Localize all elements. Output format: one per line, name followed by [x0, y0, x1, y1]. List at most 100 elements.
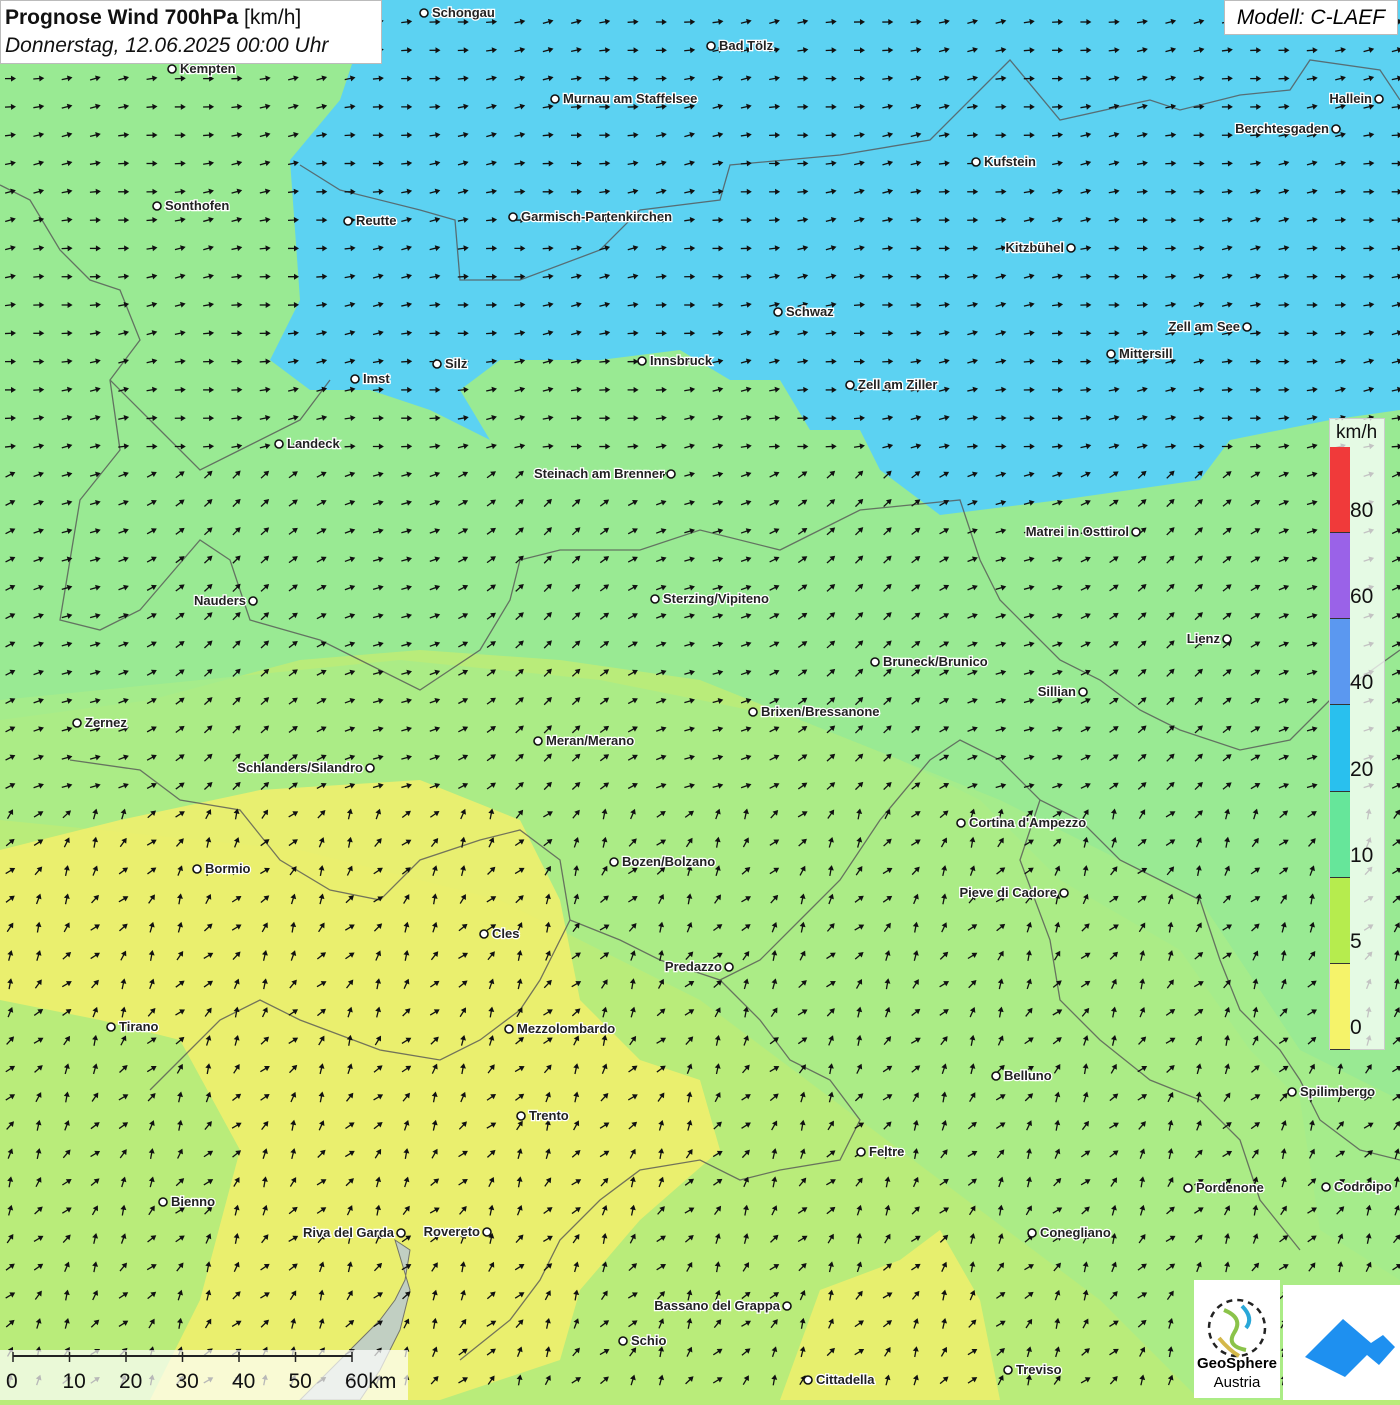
city-marker: Pieve di Cadore: [959, 885, 1068, 900]
city-label: Zell am See: [1168, 319, 1240, 334]
city-label: Conegliano: [1040, 1225, 1111, 1240]
city-marker: Zell am Ziller: [846, 377, 937, 392]
city-label: Trento: [529, 1108, 569, 1123]
city-label: Tirano: [119, 1019, 159, 1034]
city-marker: Spilimbergo: [1288, 1084, 1375, 1099]
city-label: Landeck: [287, 436, 341, 451]
city-label: Innsbruck: [650, 353, 713, 368]
city-label: Zell am Ziller: [858, 377, 937, 392]
mountain-cloud-icon: [1283, 1285, 1400, 1400]
city-label: Spilimbergo: [1300, 1084, 1375, 1099]
city-label: Reutte: [356, 213, 396, 228]
title-box: Prognose Wind 700hPa [km/h] Donnerstag, …: [0, 0, 382, 64]
city-label: Brixen/Bressanone: [761, 704, 880, 719]
legend-swatch: [1330, 792, 1350, 878]
city-label: Garmisch-Partenkirchen: [521, 209, 672, 224]
city-label: Cles: [492, 926, 519, 941]
city-label: Kitzbühel: [1006, 240, 1065, 255]
geosphere-logo[interactable]: GeoSphere Austria: [1194, 1280, 1280, 1398]
city-label: Silz: [445, 356, 468, 371]
scale-tick-label: 40: [232, 1370, 255, 1394]
legend-swatch: [1330, 705, 1350, 791]
geosphere-name: GeoSphere: [1194, 1355, 1280, 1372]
scale-tick-label: 0: [6, 1370, 18, 1394]
forecast-date: Donnerstag, 12.06.2025 00:00 Uhr: [5, 32, 377, 60]
city-label: Sillian: [1038, 684, 1076, 699]
city-label: Hallein: [1329, 91, 1372, 106]
legend-tick-label: 40: [1350, 671, 1373, 695]
legend-tick-label: 10: [1350, 844, 1373, 868]
city-label: Mittersill: [1119, 346, 1172, 361]
legend-unit: km/h: [1336, 422, 1377, 444]
map-title: Prognose Wind 700hPa: [5, 6, 238, 29]
city-marker: Bozen/Bolzano: [610, 854, 715, 869]
city-marker: Pordenone: [1184, 1180, 1264, 1195]
city-label: Lienz: [1187, 631, 1221, 646]
city-label: Sonthofen: [165, 198, 229, 213]
model-label: Modell: C-LAEF: [1224, 0, 1398, 35]
city-label: Bad Tölz: [719, 38, 774, 53]
city-label: Schio: [631, 1333, 666, 1348]
city-marker: Sterzing/Vipiteno: [651, 591, 769, 606]
legend-tick-label: 80: [1350, 499, 1373, 523]
city-marker: Sonthofen: [153, 198, 229, 213]
legend-swatch: [1330, 447, 1350, 533]
city-label: Feltre: [869, 1144, 904, 1159]
city-marker: Garmisch-Partenkirchen: [509, 209, 672, 224]
city-label: Cortina d'Ampezzo: [969, 815, 1086, 830]
city-label: Schwaz: [786, 304, 834, 319]
city-label: Bozen/Bolzano: [622, 854, 715, 869]
city-marker: Berchtesgaden: [1235, 121, 1340, 136]
city-marker: Steinach am Brenner: [534, 466, 675, 481]
scale-tick-label: 20: [119, 1370, 142, 1394]
city-label: Bormio: [205, 861, 251, 876]
app-logo[interactable]: [1283, 1285, 1400, 1400]
city-marker: Conegliano: [1028, 1225, 1111, 1240]
city-label: Riva del Garda: [303, 1225, 395, 1240]
city-marker: Cortina d'Ampezzo: [957, 815, 1086, 830]
city-label: Steinach am Brenner: [534, 466, 664, 481]
scale-tick-label: 60km: [345, 1370, 396, 1394]
city-marker: Meran/Merano: [534, 733, 634, 748]
city-label: Nauders: [194, 593, 246, 608]
city-label: Treviso: [1016, 1362, 1062, 1377]
legend-swatch: [1330, 878, 1350, 964]
city-label: Imst: [363, 371, 390, 386]
city-label: Berchtesgaden: [1235, 121, 1329, 136]
geosphere-country: Austria: [1194, 1374, 1280, 1391]
scale-tick-label: 10: [63, 1370, 86, 1394]
city-marker: Mezzolombardo: [505, 1021, 615, 1036]
legend-tick-label: 5: [1350, 930, 1362, 954]
scale-tick-label: 50: [289, 1370, 312, 1394]
city-label: Cittadella: [816, 1372, 875, 1387]
city-label: Matrei in Osttirol: [1026, 524, 1129, 539]
city-marker: Schlanders/Silandro: [237, 760, 374, 775]
map-title-unit: [km/h]: [244, 6, 301, 29]
city-label: Bienno: [171, 1194, 215, 1209]
legend-swatch: [1330, 964, 1350, 1050]
city-label: Pordenone: [1196, 1180, 1264, 1195]
scale-bar: 0 10 20 30 40 50 60km: [0, 1350, 408, 1400]
city-marker: Innsbruck: [638, 353, 713, 368]
city-label: Bruneck/Brunico: [883, 654, 988, 669]
scale-tick-label: 30: [176, 1370, 199, 1394]
legend-tick-label: 0: [1350, 1016, 1362, 1040]
legend-color-bar: [1330, 447, 1350, 1050]
city-label: Rovereto: [424, 1224, 480, 1239]
color-legend: km/h 806040201050: [1329, 418, 1385, 1050]
city-label: Pieve di Cadore: [959, 885, 1057, 900]
city-label: Kufstein: [984, 154, 1036, 169]
city-label: Schongau: [432, 5, 495, 20]
city-label: Belluno: [1004, 1068, 1052, 1083]
city-marker: Bassano del Grappa: [654, 1298, 791, 1313]
legend-swatch: [1330, 533, 1350, 619]
city-marker: Bruneck/Brunico: [871, 654, 988, 669]
city-label: Predazzo: [665, 959, 722, 974]
city-marker: Zell am See: [1168, 319, 1251, 334]
city-label: Zernez: [85, 715, 127, 730]
city-label: Murnau am Staffelsee: [563, 91, 697, 106]
city-marker: Schongau: [420, 5, 495, 20]
city-label: Codroipo: [1334, 1179, 1392, 1194]
wind-map[interactable]: SchongauBad TölzKemptenMurnau am Staffel…: [0, 0, 1400, 1400]
city-label: Mezzolombardo: [517, 1021, 615, 1036]
